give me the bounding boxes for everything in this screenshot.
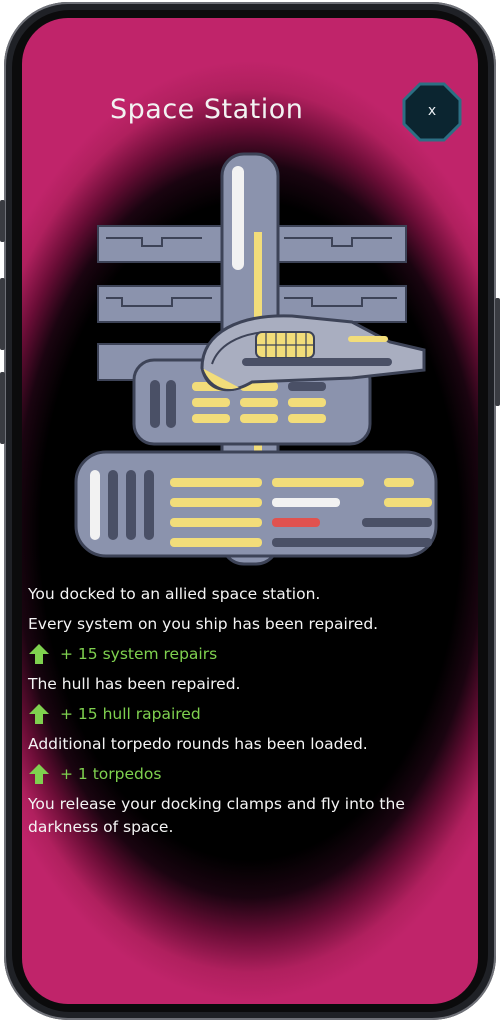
story-hull-text: The hull has been repaired. (28, 675, 241, 693)
space-station-illustration (74, 152, 438, 566)
warning-light (272, 518, 320, 527)
arrow-up-icon (29, 704, 49, 724)
story-intro: You docked to an allied space station. (28, 585, 321, 603)
reward-system-repairs: + 15 system repairs (28, 639, 468, 669)
close-label: x (427, 103, 437, 119)
reward-system-label: + 15 system repairs (60, 645, 218, 663)
side-button-volume-down (0, 372, 5, 444)
side-button-power (495, 298, 500, 406)
event-story: You docked to an allied space station. E… (28, 579, 468, 839)
arrow-up-icon (29, 764, 49, 784)
dialog-title: Space Station (110, 94, 304, 125)
station-right-modules (275, 225, 407, 323)
story-torpedo-text: Additional torpedo rounds has been loade… (28, 735, 368, 753)
close-button[interactable]: x (402, 82, 462, 142)
side-button-volume-up (0, 278, 5, 350)
game-screen: Space Station x You docked to an allied … (22, 18, 478, 1004)
story-outro: You release your docking clamps and fly … (28, 795, 405, 836)
side-button-action (0, 200, 5, 242)
story-repair-text: Every system on you ship has been repair… (28, 615, 379, 633)
docked-ship (200, 314, 426, 392)
spine-light (232, 166, 244, 270)
reward-torpedo-label: + 1 torpedos (60, 765, 162, 783)
reward-hull-label: + 15 hull rapaired (60, 705, 201, 723)
arrow-up-icon (29, 644, 49, 664)
reward-torpedos: + 1 torpedos (28, 759, 468, 789)
reward-hull-repairs: + 15 hull rapaired (28, 699, 468, 729)
